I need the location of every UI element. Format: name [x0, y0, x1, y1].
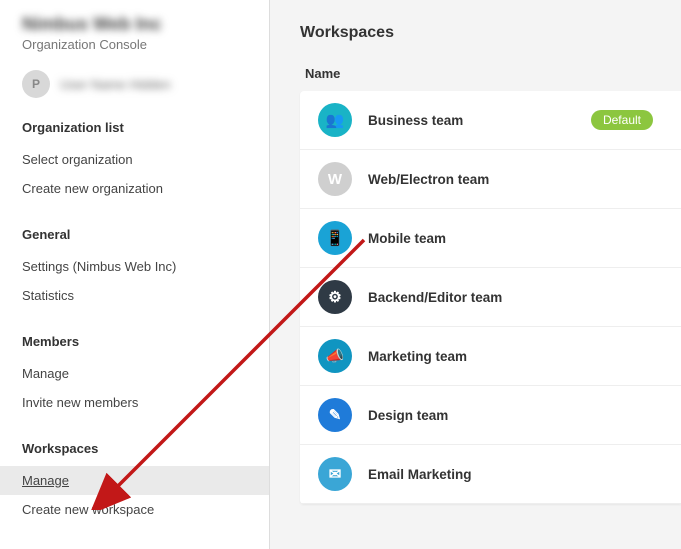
workspace-row[interactable]: W Web/Electron team — [300, 150, 681, 209]
nav-invite-members[interactable]: Invite new members — [0, 388, 269, 417]
workspace-name: Business team — [368, 113, 575, 128]
workspace-row[interactable]: 📣 Marketing team — [300, 327, 681, 386]
workspace-name: Email Marketing — [368, 467, 663, 482]
workspace-icon: W — [318, 162, 352, 196]
avatar: P — [22, 70, 50, 98]
column-header-name: Name — [300, 66, 681, 81]
workspace-row[interactable]: ⚙ Backend/Editor team — [300, 268, 681, 327]
workspace-list: 👥 Business team Default W Web/Electron team 📱… — [300, 91, 681, 504]
workspace-name: Backend/Editor team — [368, 290, 663, 305]
nav-create-organization[interactable]: Create new organization — [0, 174, 269, 203]
workspace-icon: ⚙ — [318, 280, 352, 314]
main-panel: Workspaces Name 👥 Business team Default W We… — [270, 0, 681, 549]
default-badge: Default — [591, 110, 653, 130]
org-title: Nimbus Web Inc — [22, 14, 247, 35]
section-header-general: General — [22, 227, 247, 242]
nav-settings[interactable]: Settings (Nimbus Web Inc) — [0, 252, 269, 281]
workspace-row[interactable]: 👥 Business team Default — [300, 91, 681, 150]
page-title: Workspaces — [300, 24, 681, 42]
workspace-row[interactable]: ✎ Design team — [300, 386, 681, 445]
workspace-row[interactable]: 📱 Mobile team — [300, 209, 681, 268]
nav-members-manage[interactable]: Manage — [0, 359, 269, 388]
section-header-workspaces: Workspaces — [22, 441, 247, 456]
section-header-members: Members — [22, 334, 247, 349]
workspace-name: Design team — [368, 408, 663, 423]
workspace-icon: 📣 — [318, 339, 352, 373]
sidebar: Nimbus Web Inc Organization Console P Us… — [0, 0, 270, 549]
org-subtitle: Organization Console — [22, 37, 247, 52]
workspace-name: Marketing team — [368, 349, 663, 364]
user-name: User Name Hidden — [60, 77, 171, 92]
nav-select-organization[interactable]: Select organization — [0, 145, 269, 174]
nav-statistics[interactable]: Statistics — [0, 281, 269, 310]
section-header-org-list: Organization list — [22, 120, 247, 135]
nav-workspaces-manage[interactable]: Manage — [0, 466, 269, 495]
user-row[interactable]: P User Name Hidden — [22, 70, 247, 98]
workspace-icon: ✎ — [318, 398, 352, 432]
workspace-name: Mobile team — [368, 231, 663, 246]
workspace-row[interactable]: ✉ Email Marketing — [300, 445, 681, 504]
workspace-icon: 👥 — [318, 103, 352, 137]
workspace-icon: ✉ — [318, 457, 352, 491]
workspace-name: Web/Electron team — [368, 172, 663, 187]
workspace-icon: 📱 — [318, 221, 352, 255]
nav-create-workspace[interactable]: Create new workspace — [0, 495, 269, 524]
